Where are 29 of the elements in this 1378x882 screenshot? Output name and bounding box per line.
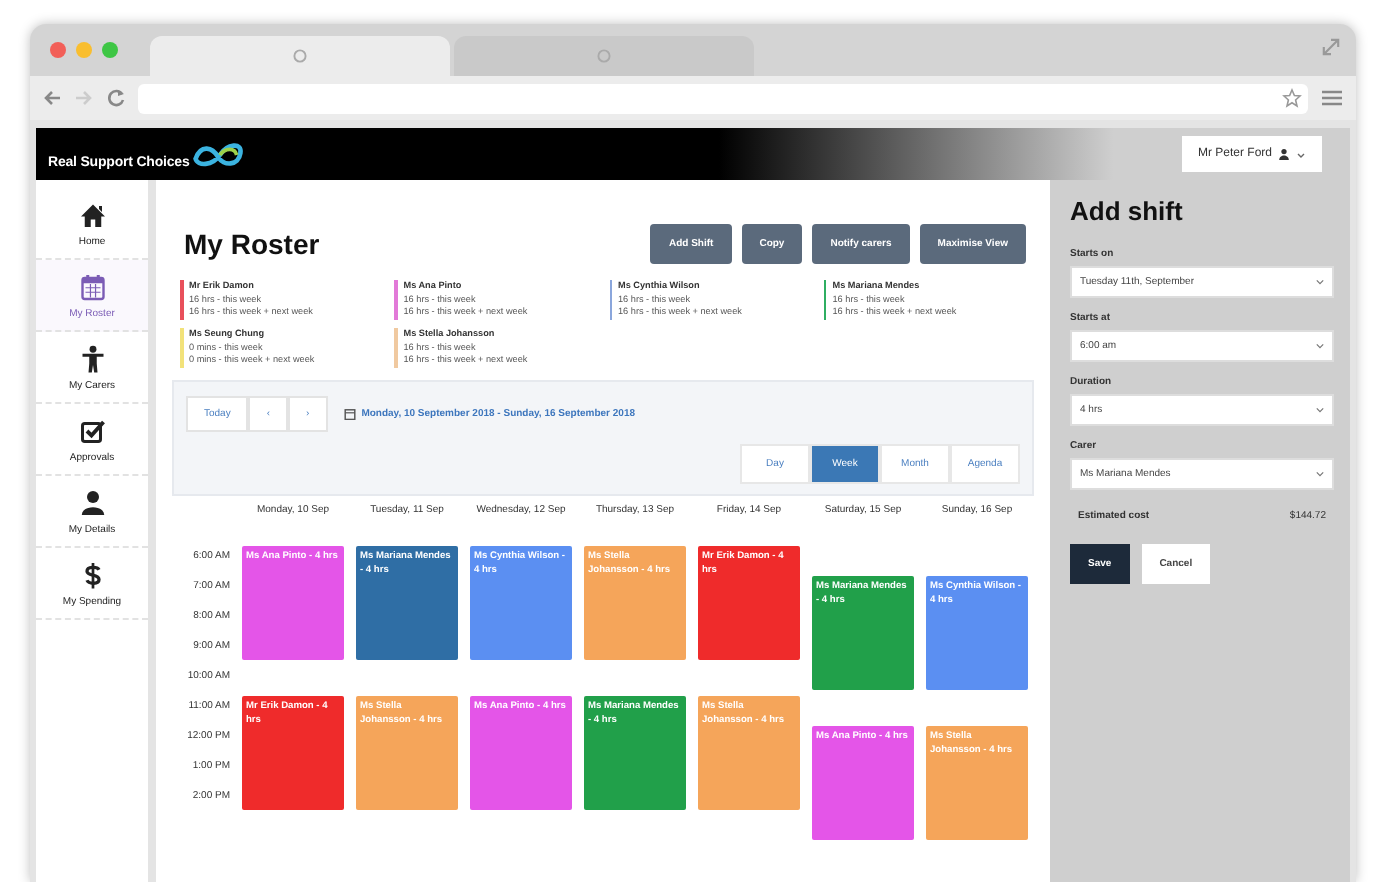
menu-icon[interactable] bbox=[1320, 88, 1344, 108]
page-title: My Roster bbox=[184, 228, 320, 260]
person-standing-icon bbox=[77, 344, 107, 374]
forward-icon[interactable] bbox=[74, 88, 94, 108]
person-icon bbox=[77, 488, 107, 518]
browser-tab[interactable] bbox=[150, 36, 450, 76]
back-icon[interactable] bbox=[42, 88, 62, 108]
close-light[interactable] bbox=[50, 42, 66, 58]
caret-icon bbox=[1296, 149, 1306, 159]
zoom-light[interactable] bbox=[102, 42, 118, 58]
minimize-light[interactable] bbox=[76, 42, 92, 58]
reload-icon[interactable] bbox=[106, 88, 126, 108]
calendar-icon bbox=[77, 272, 107, 302]
dropdown-caret-icon bbox=[1316, 470, 1324, 478]
panel-title: Add shift bbox=[1070, 196, 1185, 226]
star-icon[interactable] bbox=[1282, 88, 1302, 108]
checkbox-icon bbox=[77, 416, 107, 446]
address-bar[interactable] bbox=[138, 83, 1308, 113]
home-icon bbox=[77, 200, 107, 230]
browser-tab[interactable] bbox=[454, 36, 754, 76]
calendar-icon bbox=[343, 407, 356, 420]
tab-icon bbox=[596, 48, 612, 64]
dropdown-caret-icon bbox=[1316, 406, 1324, 414]
tab-icon bbox=[292, 48, 308, 64]
dropdown-caret-icon bbox=[1316, 278, 1324, 286]
user-icon bbox=[1278, 148, 1290, 160]
dropdown-caret-icon bbox=[1316, 342, 1324, 350]
infinity-logo-icon bbox=[189, 139, 246, 169]
expand-icon[interactable] bbox=[1322, 38, 1340, 56]
